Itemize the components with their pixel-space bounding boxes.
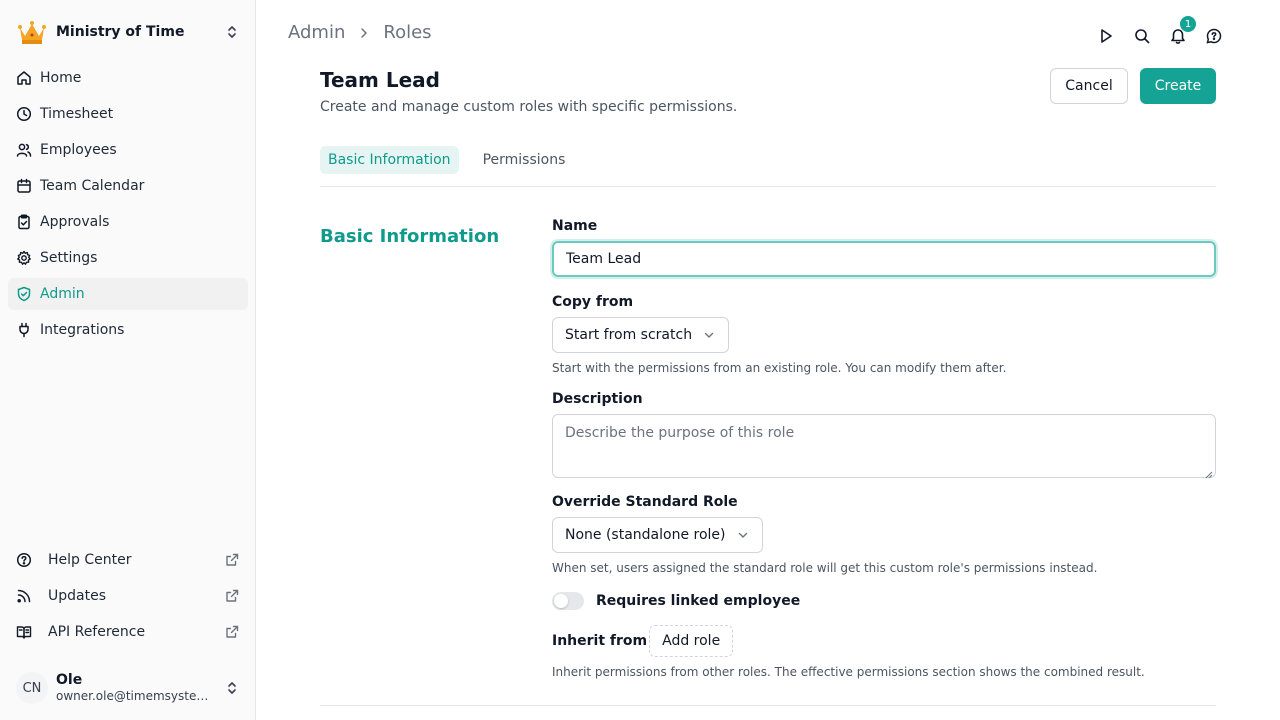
sidebar-item-timesheet[interactable]: Timesheet — [8, 98, 248, 130]
footer-nav: Help Center Updates API Reference — [8, 544, 248, 652]
add-role-button[interactable]: Add role — [649, 625, 734, 657]
crown-icon — [16, 16, 48, 48]
breadcrumb-roles: Roles — [383, 22, 432, 43]
main-nav: Home Timesheet Employees Team Calendar A… — [8, 62, 248, 350]
top-actions: 1 — [1080, 16, 1224, 46]
api-reference-link[interactable]: API Reference — [8, 616, 248, 648]
sidebar-item-label: Settings — [40, 250, 98, 266]
user-name: Ole — [56, 672, 83, 688]
section-divider — [320, 705, 1216, 706]
chevron-down-icon — [736, 528, 750, 542]
users-icon — [16, 142, 32, 158]
override-label: Override Standard Role — [552, 494, 738, 510]
toggle-knob — [554, 594, 568, 608]
resize-handle-icon[interactable] — [1205, 467, 1213, 479]
footer-item-label: Updates — [48, 588, 106, 604]
sidebar-item-label: Admin — [40, 286, 85, 302]
sidebar-item-label: Home — [40, 70, 82, 86]
user-menu[interactable]: CN Ole owner.ole@timemsystem.com — [8, 664, 248, 712]
breadcrumb: Admin Roles — [288, 22, 432, 43]
footer-item-label: Help Center — [48, 552, 132, 568]
breadcrumb-admin[interactable]: Admin — [288, 22, 345, 43]
updates-link[interactable]: Updates — [8, 580, 248, 612]
requires-employee-row: Requires linked employee — [552, 589, 1216, 613]
description-textarea[interactable]: Describe the purpose of this role — [552, 414, 1216, 479]
tabs-divider — [320, 186, 1216, 187]
chevrons-up-down-icon — [224, 680, 240, 696]
org-switcher[interactable]: Ministry of Time — [8, 12, 248, 52]
help-circle-icon — [16, 552, 32, 568]
override-help: When set, users assigned the standard ro… — [552, 561, 1098, 575]
inherit-label: Inherit from — [552, 633, 648, 649]
calendar-icon — [16, 178, 32, 194]
sidebar-item-settings[interactable]: Settings — [8, 242, 248, 274]
topbar: Admin Roles 1 — [256, 0, 1280, 68]
name-label: Name — [552, 218, 598, 234]
name-input[interactable]: Team Lead — [552, 241, 1216, 277]
help-chat-icon[interactable] — [1204, 26, 1224, 46]
tab-basic-information[interactable]: Basic Information — [320, 146, 459, 174]
page-subtitle: Create and manage custom roles with spec… — [320, 99, 738, 115]
section-title: Basic Information — [320, 226, 500, 247]
sidebar-item-label: Employees — [40, 142, 117, 158]
book-icon — [16, 624, 32, 640]
rss-icon — [16, 588, 32, 604]
cancel-button[interactable]: Cancel — [1050, 68, 1128, 104]
external-link-icon — [224, 552, 240, 568]
external-link-icon — [224, 588, 240, 604]
requires-employee-label: Requires linked employee — [596, 593, 801, 609]
sidebar-item-label: Integrations — [40, 322, 125, 338]
sidebar-item-employees[interactable]: Employees — [8, 134, 248, 166]
external-link-icon — [224, 624, 240, 640]
chevrons-up-down-icon — [224, 24, 240, 40]
sidebar-item-label: Approvals — [40, 214, 110, 230]
tabs: Basic Information Permissions — [320, 146, 589, 174]
bell-icon[interactable]: 1 — [1168, 16, 1196, 46]
shield-check-icon — [16, 286, 32, 302]
chevron-down-icon — [702, 328, 716, 342]
clipboard-check-icon — [16, 214, 32, 230]
footer-item-label: API Reference — [48, 624, 146, 640]
notification-badge: 1 — [1180, 16, 1196, 32]
role-form: Name Team Lead Copy from Start from scra… — [552, 216, 1216, 679]
copy-from-help: Start with the permissions from an exist… — [552, 361, 1007, 375]
sidebar-item-home[interactable]: Home — [8, 62, 248, 94]
chevron-right-icon — [357, 26, 371, 40]
home-icon — [16, 70, 32, 86]
override-select[interactable]: None (standalone role) — [552, 517, 763, 553]
sidebar: Ministry of Time Home Timesheet Employee… — [0, 0, 256, 720]
requires-employee-toggle[interactable] — [552, 592, 584, 610]
sidebar-item-team-calendar[interactable]: Team Calendar — [8, 170, 248, 202]
sidebar-item-label: Timesheet — [40, 106, 114, 122]
page-title: Team Lead — [320, 68, 440, 92]
user-info: Ole owner.ole@timemsystem.com — [56, 672, 224, 704]
user-email: owner.ole@timemsystem.com — [56, 689, 212, 703]
copy-from-select[interactable]: Start from scratch — [552, 317, 730, 353]
override-value: None (standalone role) — [565, 527, 726, 543]
clock-icon — [16, 106, 32, 122]
sidebar-item-label: Team Calendar — [40, 178, 145, 194]
inherit-row: Inherit from Add role — [552, 625, 1216, 657]
sidebar-item-approvals[interactable]: Approvals — [8, 206, 248, 238]
sidebar-item-integrations[interactable]: Integrations — [8, 314, 248, 346]
avatar: CN — [16, 672, 48, 704]
search-icon[interactable] — [1132, 26, 1152, 46]
copy-from-value: Start from scratch — [565, 327, 693, 343]
description-label: Description — [552, 391, 643, 407]
sidebar-item-admin[interactable]: Admin — [8, 278, 248, 310]
create-button[interactable]: Create — [1140, 68, 1216, 104]
gear-icon — [16, 250, 32, 266]
copy-from-label: Copy from — [552, 294, 634, 310]
inherit-help: Inherit permissions from other roles. Th… — [552, 665, 1145, 679]
help-center-link[interactable]: Help Center — [8, 544, 248, 576]
description-placeholder: Describe the purpose of this role — [565, 425, 795, 441]
play-icon[interactable] — [1096, 26, 1116, 46]
org-name: Ministry of Time — [56, 24, 185, 40]
plug-icon — [16, 322, 32, 338]
tab-permissions[interactable]: Permissions — [475, 146, 574, 174]
